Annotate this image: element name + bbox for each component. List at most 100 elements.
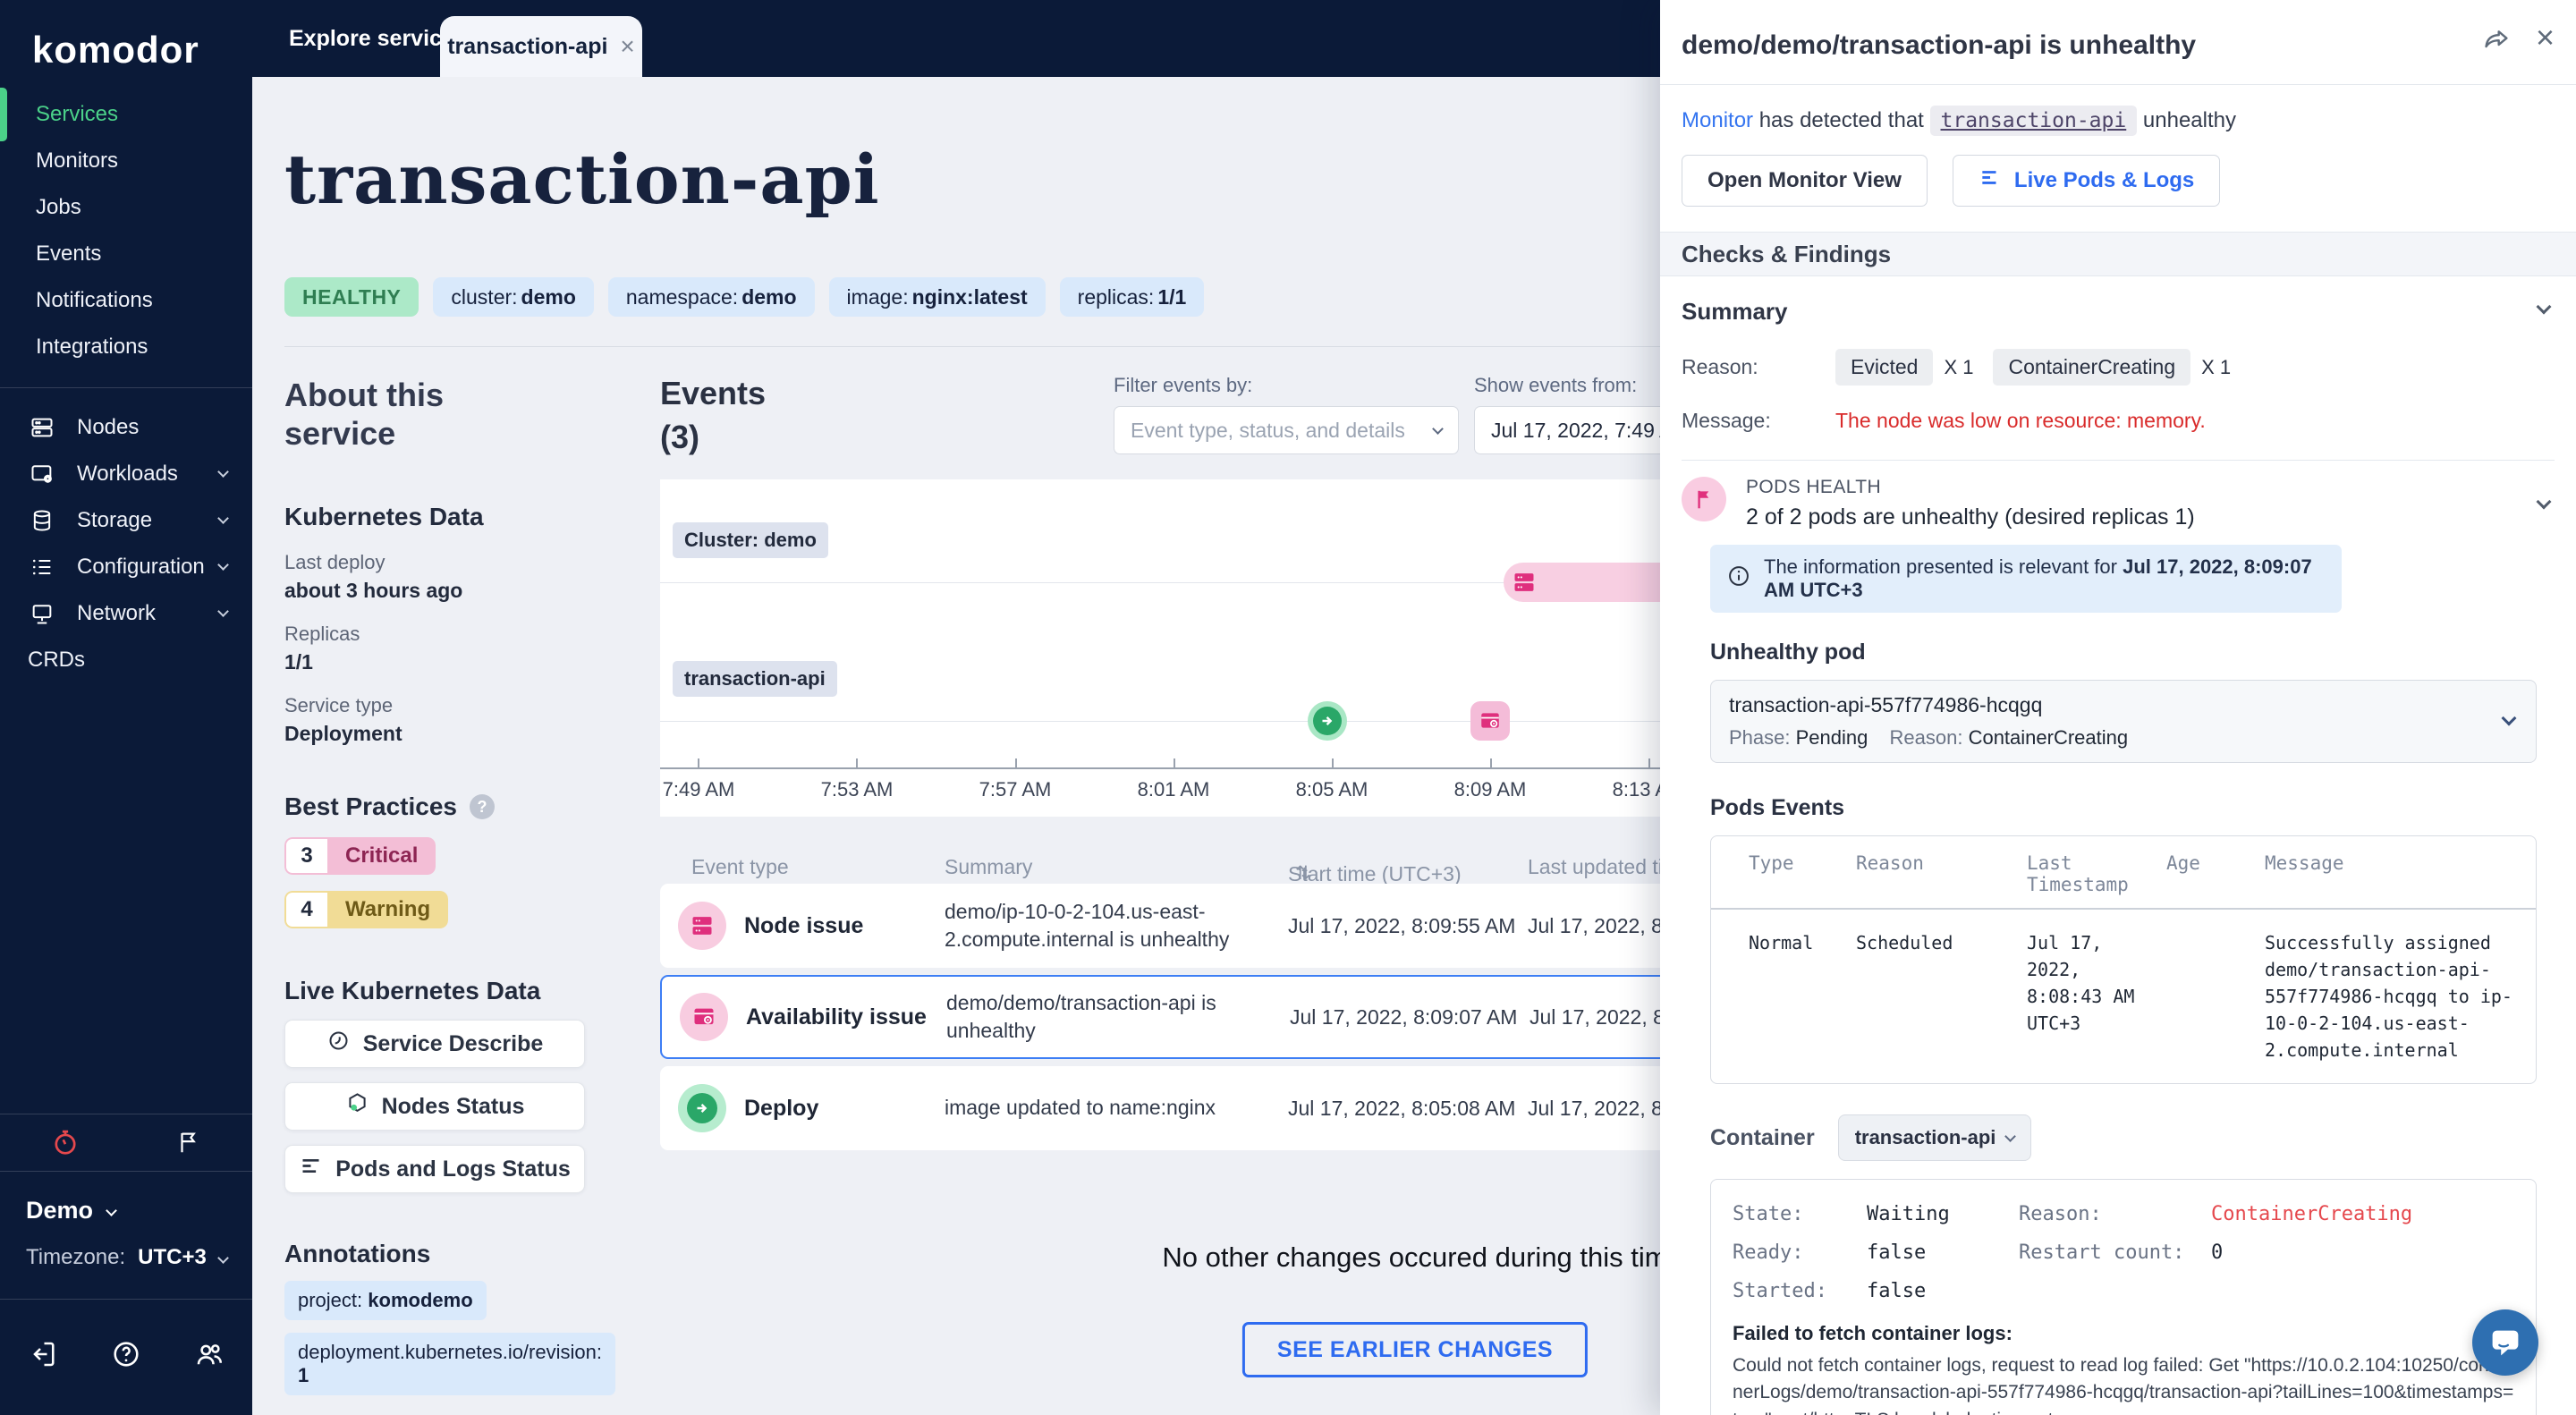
sidebar-item-workloads[interactable]: Workloads: [0, 451, 252, 497]
logs-icon: [1979, 166, 2002, 196]
container-state-box: State: Waiting Reason: ContainerCreating R…: [1710, 1179, 2537, 1415]
tab-transaction-api[interactable]: transaction-api ×: [440, 16, 642, 77]
chevron-down-icon[interactable]: [217, 605, 229, 617]
availability-issue-icon: [1481, 713, 1499, 728]
availability-issue-marker[interactable]: [1470, 701, 1510, 741]
sidebar-item-network[interactable]: Network: [0, 590, 252, 637]
status-badge: HEALTHY: [284, 277, 419, 317]
pods-event-row: Normal Scheduled Jul 17, 2022, 8:08:43 A…: [1749, 932, 2512, 1061]
sidebar-item-crds[interactable]: CRDs: [28, 637, 85, 683]
time-axis: [660, 767, 1682, 769]
namespace-badge: namespace: demo: [607, 277, 815, 317]
workspace-selector[interactable]: Demo: [26, 1197, 117, 1224]
table-row-deploy[interactable]: Deploy image updated to name:nginx Jul 1…: [660, 1066, 1691, 1150]
timezone-selector[interactable]: Timezone: UTC+3: [26, 1245, 229, 1270]
summary-section: Summary Reason: Evicted X 1 ContainerCre…: [1660, 276, 2576, 461]
pod-select[interactable]: transaction-api-557f774986-hcqgq Phase: …: [1710, 680, 2537, 763]
axis-tick: 7:53 AM: [820, 778, 894, 801]
chevron-down-icon[interactable]: [217, 512, 229, 524]
sidebar-item-configuration[interactable]: Configuration: [0, 544, 252, 590]
help-icon[interactable]: [110, 1338, 142, 1370]
monitor-link[interactable]: Monitor: [1682, 108, 1753, 132]
chevron-down-icon: [106, 1205, 117, 1216]
critical-count-badge[interactable]: 3 Critical: [284, 837, 436, 876]
logs-icon: [299, 1154, 323, 1184]
reason-chip: Evicted: [1835, 349, 1934, 386]
service-describe-button[interactable]: Service Describe: [284, 1020, 585, 1069]
komodor-logo[interactable]: komodor: [32, 29, 199, 72]
reason-row: Reason: Evicted X 1 ContainerCreating X …: [1682, 349, 2555, 386]
chevron-down-icon[interactable]: [217, 558, 229, 571]
sidebar-item-nodes[interactable]: Nodes: [0, 404, 252, 451]
about-section: About this service Kubernetes Data Last …: [284, 372, 615, 1415]
deploy-icon: [678, 1084, 726, 1132]
sidebar-item-jobs[interactable]: Jobs: [0, 184, 252, 231]
chevron-down-icon[interactable]: [217, 465, 229, 478]
sidebar-item-notifications[interactable]: Notifications: [0, 277, 252, 324]
share-icon[interactable]: [2482, 25, 2511, 58]
nodes-status-button[interactable]: Nodes Status: [284, 1082, 585, 1131]
divider: [0, 387, 252, 388]
sidebar-item-storage[interactable]: Storage: [0, 497, 252, 544]
annotation-chip: deployment.kubernetes.io/revision: 1: [284, 1333, 615, 1396]
logout-icon[interactable]: [27, 1338, 59, 1370]
table-row-node-issue[interactable]: Node issue demo/ip-10-0-2-104.us-east-2.…: [660, 884, 1691, 968]
no-changes-note: No other changes occured during this tim: [1162, 1241, 1668, 1273]
live-pods-logs-button[interactable]: Live Pods & Logs: [1952, 155, 2221, 207]
filter-label: Filter events by:: [1114, 374, 1253, 396]
table-row-availability-issue[interactable]: Availability issue demo/demo/transaction…: [660, 975, 1693, 1059]
pods-logs-status-button[interactable]: Pods and Logs Status: [284, 1145, 585, 1194]
warning-count-badge[interactable]: 4 Warning: [284, 891, 449, 929]
open-monitor-view-button[interactable]: Open Monitor View: [1682, 155, 1928, 207]
help-badge-icon[interactable]: ?: [470, 794, 496, 820]
deploy-arrow-icon: [1313, 707, 1342, 735]
cluster-badge: cluster: demo: [433, 277, 594, 317]
flag-icon[interactable]: [175, 1129, 202, 1156]
events-table-header: Event type Summary Start time (UTC+3) ⇅ L…: [691, 855, 1681, 885]
flag-icon: [1682, 477, 1726, 521]
chevron-down-icon: [1432, 422, 1444, 435]
workloads-icon: [30, 462, 55, 487]
field-last-deploy: Last deploy about 3 hours ago: [284, 551, 463, 603]
filter-placeholder: Event type, status, and details: [1131, 418, 1405, 442]
chat-bubble-icon: [2492, 1330, 2519, 1356]
collapse-icon[interactable]: [2536, 494, 2552, 510]
finding-title: 2 of 2 pods are unhealthy (desired repli…: [1746, 504, 2195, 530]
sidebar-item-integrations[interactable]: Integrations: [0, 324, 252, 370]
deploy-marker[interactable]: [1308, 701, 1347, 741]
sidebar-primary-nav: Services Monitors Jobs Events Notificati…: [0, 88, 252, 370]
lane-label-service: transaction-api: [673, 661, 837, 697]
drawer-header: demo/demo/transaction-api is unhealthy ×: [1660, 0, 2576, 84]
chat-widget-button[interactable]: [2472, 1309, 2538, 1376]
close-icon[interactable]: ×: [2536, 21, 2555, 58]
event-filter-select[interactable]: Event type, status, and details: [1114, 406, 1459, 454]
nodes-icon: [30, 415, 55, 440]
sidebar-item-services[interactable]: Services: [0, 88, 252, 141]
node-issue-icon: [1514, 573, 1534, 591]
best-practices-heading: Best Practices ?: [284, 792, 580, 821]
sort-icon: ⇅: [1295, 862, 1311, 884]
image-badge: image: nginx:latest: [828, 277, 1046, 317]
sidebar-item-monitors[interactable]: Monitors: [0, 138, 252, 184]
lane-divider: [660, 721, 1682, 722]
service-badges: HEALTHY cluster: demo namespace: demo imag…: [284, 277, 1205, 317]
field-replicas: Replicas 1/1: [284, 623, 360, 674]
sidebar-item-events[interactable]: Events: [0, 231, 252, 277]
users-icon[interactable]: [193, 1338, 225, 1370]
tab-close-icon[interactable]: ×: [620, 34, 634, 59]
stopwatch-alert-icon[interactable]: [50, 1127, 80, 1157]
col-summary: Summary: [945, 855, 1033, 878]
container-row: Container transaction-api: [1710, 1114, 2576, 1161]
service-chip-link[interactable]: transaction-api: [1929, 106, 2138, 136]
message-row: Message: The node was low on resource: m…: [1682, 409, 2206, 432]
storage-icon: [30, 508, 55, 533]
hexagon-status-icon: [345, 1091, 369, 1122]
container-reason-value: ContainerCreating: [2211, 1203, 2413, 1225]
chevron-down-icon: [216, 1251, 229, 1264]
container-select[interactable]: transaction-api: [1837, 1114, 2032, 1161]
node-issue-band[interactable]: [1504, 563, 1682, 602]
see-earlier-changes-button[interactable]: SEE EARLIER CHANGES: [1241, 1322, 1589, 1377]
pods-health-finding[interactable]: PODS HEALTH 2 of 2 pods are unhealthy (d…: [1660, 461, 2576, 530]
divider: [284, 346, 1660, 347]
drawer-intro: Monitor has detected that transaction-ap…: [1660, 85, 2576, 136]
